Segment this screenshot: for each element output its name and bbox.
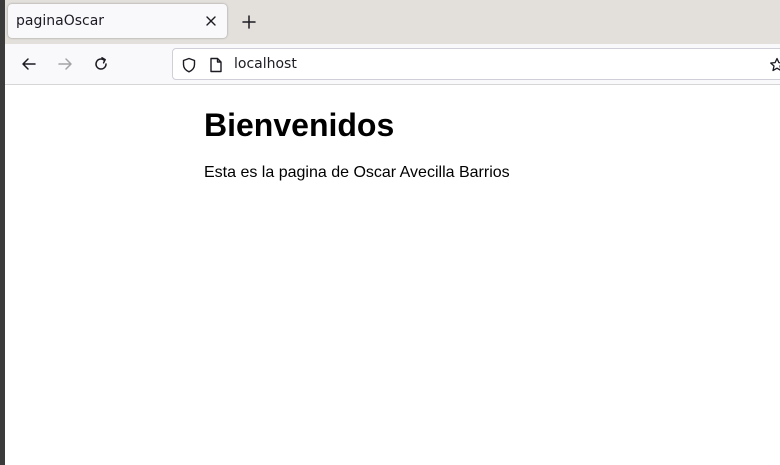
page-icon[interactable] [209, 57, 223, 73]
back-arrow-icon[interactable] [21, 56, 37, 72]
star-icon[interactable] [769, 57, 780, 73]
tab-active[interactable]: paginaOscar [8, 4, 227, 38]
browser-window: paginaOscar localhost Bienvenidos Esta e… [5, 0, 780, 465]
close-icon[interactable] [204, 14, 218, 28]
page-heading: Bienvenidos [204, 107, 395, 143]
forward-arrow-icon[interactable] [57, 56, 73, 72]
shield-icon[interactable] [181, 57, 197, 73]
url-text[interactable]: localhost [234, 56, 297, 72]
address-bar[interactable]: localhost [172, 48, 780, 80]
tab-bar: paginaOscar [5, 0, 780, 44]
tab-title: paginaOscar [16, 13, 105, 29]
new-tab-plus-icon[interactable] [241, 14, 257, 30]
reload-icon[interactable] [93, 56, 109, 72]
page-paragraph: Esta es la pagina de Oscar Avecilla Barr… [204, 164, 510, 181]
page-content: Bienvenidos Esta es la pagina de Oscar A… [5, 85, 780, 465]
navigation-toolbar: localhost [5, 44, 780, 85]
